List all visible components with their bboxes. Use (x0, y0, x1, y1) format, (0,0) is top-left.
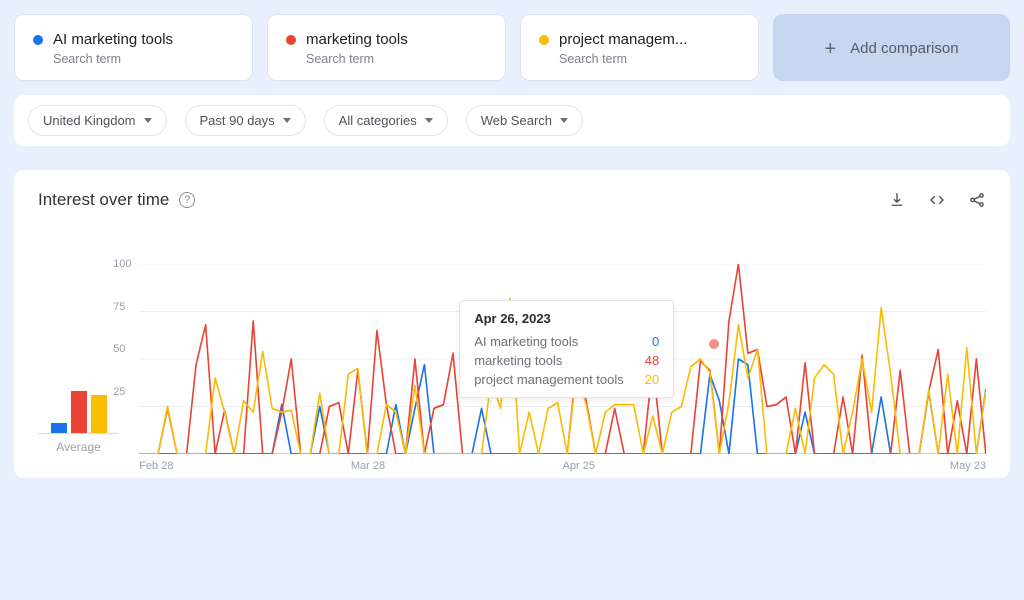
line-chart[interactable]: 255075100 Feb 28Mar 28Apr 25May 23 Apr 2… (139, 264, 986, 454)
chevron-down-icon (283, 118, 291, 123)
region-filter[interactable]: United Kingdom (28, 105, 167, 136)
average-summary: Average (38, 374, 119, 454)
category-filter[interactable]: All categories (324, 105, 448, 136)
interest-over-time-panel: Interest over time ? Average 255075100 F… (14, 170, 1010, 478)
tooltip-series-value: 20 (645, 372, 659, 387)
chart-tooltip: Apr 26, 2023 AI marketing tools 0 market… (459, 300, 674, 398)
chevron-down-icon (144, 118, 152, 123)
region-filter-label: United Kingdom (43, 113, 136, 128)
search-term-cards: AI marketing tools Search term marketing… (14, 14, 1010, 81)
download-icon[interactable] (888, 191, 906, 209)
range-filter[interactable]: Past 90 days (185, 105, 306, 136)
add-comparison-label: Add comparison (850, 40, 958, 57)
add-comparison-button[interactable]: + Add comparison (773, 14, 1010, 81)
range-filter-label: Past 90 days (200, 113, 275, 128)
type-filter-label: Web Search (481, 113, 552, 128)
term-card-1[interactable]: marketing tools Search term (267, 14, 506, 81)
tooltip-series-label: AI marketing tools (474, 334, 578, 349)
x-axis-ticks: Feb 28Mar 28Apr 25May 23 (139, 460, 986, 472)
chevron-down-icon (560, 118, 568, 123)
term-color-dot (286, 35, 296, 45)
term-card-0[interactable]: AI marketing tools Search term (14, 14, 253, 81)
tooltip-date: Apr 26, 2023 (474, 311, 659, 326)
tooltip-series-value: 48 (645, 353, 659, 368)
term-sub: Search term (559, 52, 740, 66)
tooltip-series-value: 0 (652, 334, 659, 349)
tooltip-series-label: marketing tools (474, 353, 562, 368)
filters-bar: United Kingdom Past 90 days All categori… (14, 95, 1010, 146)
help-icon[interactable]: ? (179, 192, 195, 208)
term-color-dot (33, 35, 43, 45)
type-filter[interactable]: Web Search (466, 105, 583, 136)
plus-icon: + (824, 39, 836, 59)
embed-icon[interactable] (928, 191, 946, 209)
term-card-2[interactable]: project managem... Search term (520, 14, 759, 81)
chevron-down-icon (425, 118, 433, 123)
category-filter-label: All categories (339, 113, 417, 128)
term-color-dot (539, 35, 549, 45)
term-label: AI marketing tools (53, 31, 173, 48)
term-sub: Search term (53, 52, 234, 66)
tooltip-series-label: project management tools (474, 372, 624, 387)
term-sub: Search term (306, 52, 487, 66)
panel-title: Interest over time (38, 190, 169, 210)
term-label: marketing tools (306, 31, 408, 48)
average-label: Average (38, 440, 119, 454)
term-label: project managem... (559, 31, 687, 48)
share-icon[interactable] (968, 191, 986, 209)
